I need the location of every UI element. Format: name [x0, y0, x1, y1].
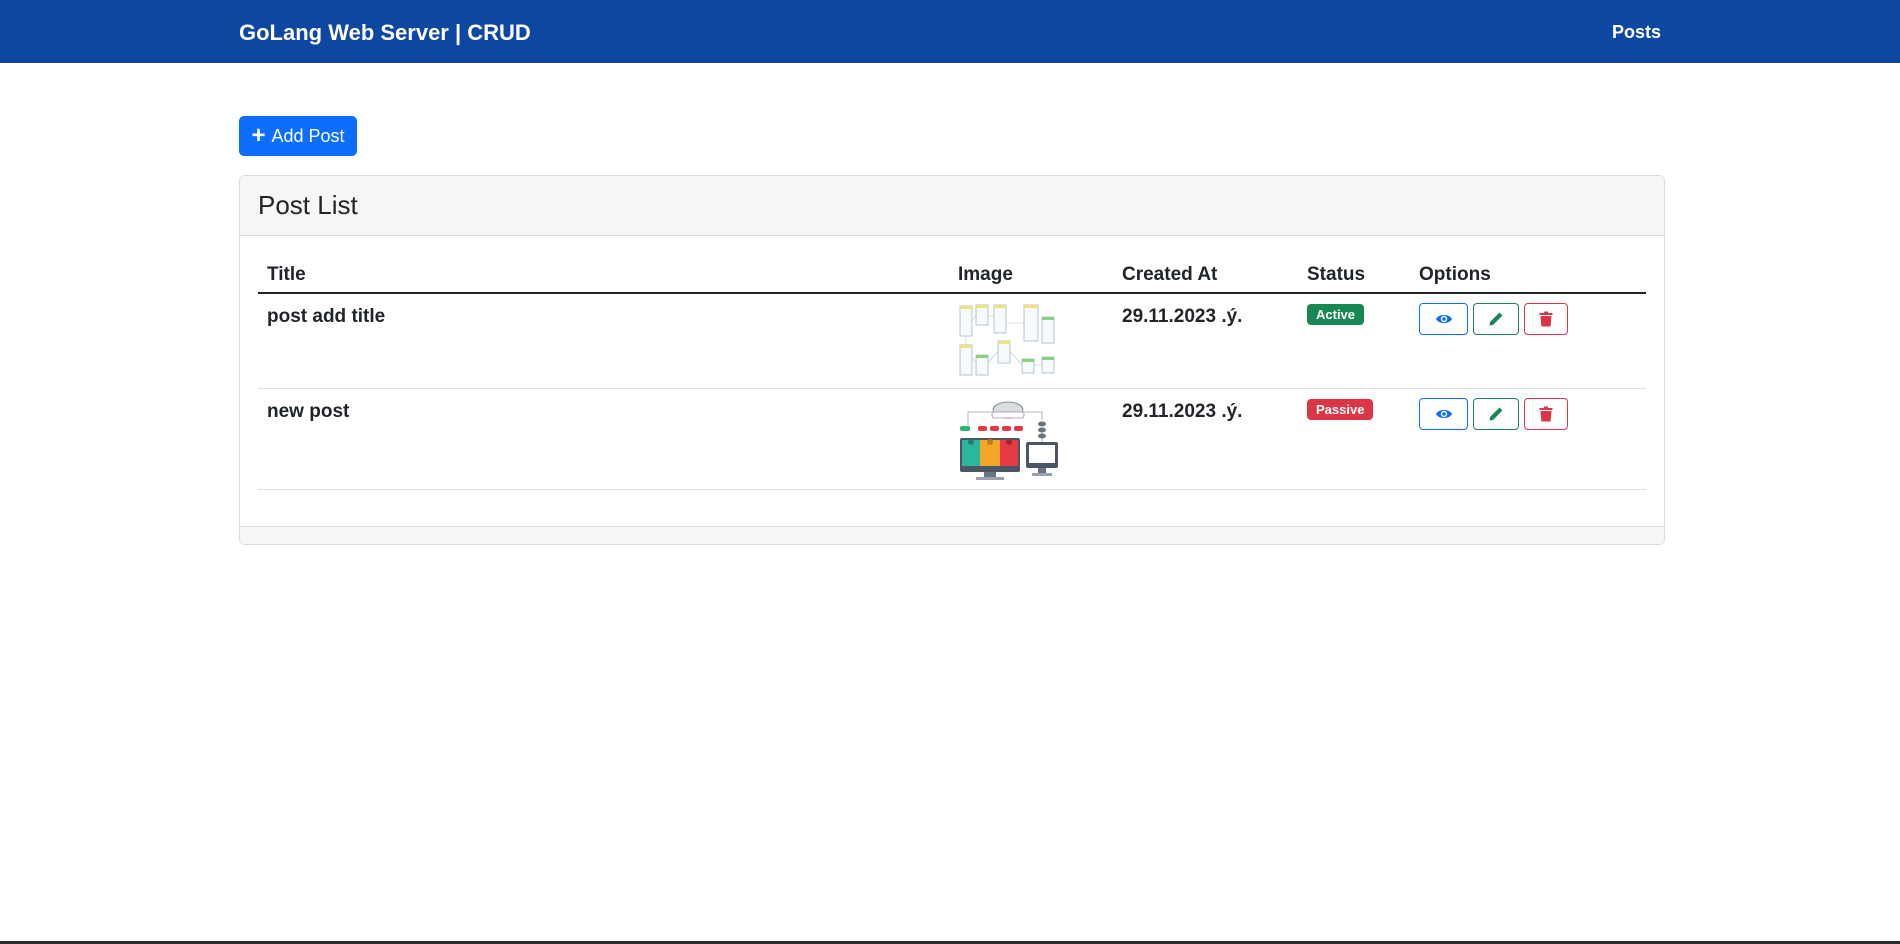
- header-status: Status: [1307, 264, 1366, 285]
- delete-button[interactable]: [1524, 303, 1568, 335]
- add-post-label: Add Post: [271, 125, 345, 146]
- header-options: Options: [1419, 264, 1491, 285]
- status-badge: Passive: [1307, 399, 1374, 420]
- post-list-card: Post List Title Image Created At Status …: [239, 175, 1665, 545]
- plus-icon: +: [251, 122, 266, 149]
- row-options: [1419, 398, 1568, 430]
- header-title: Title: [267, 264, 306, 285]
- post-image: [958, 398, 1060, 490]
- view-button[interactable]: [1419, 303, 1468, 335]
- eye-icon: [1435, 314, 1452, 324]
- table-row: post add title 29.11.2023 .ý. Active: [258, 294, 1646, 389]
- trash-icon: [1539, 311, 1553, 327]
- view-button[interactable]: [1419, 398, 1468, 430]
- pencil-icon: [1489, 407, 1503, 421]
- eye-icon: [1435, 409, 1452, 419]
- table-header: Title Image Created At Status Options: [258, 259, 1646, 294]
- header-created-at: Created At: [1122, 264, 1218, 285]
- delete-button[interactable]: [1524, 398, 1568, 430]
- post-created-at: 29.11.2023 .ý.: [1122, 306, 1243, 327]
- header-image: Image: [958, 264, 1013, 285]
- post-created-at: 29.11.2023 .ý.: [1122, 401, 1243, 422]
- nav-link-posts[interactable]: Posts: [1612, 22, 1661, 43]
- card-footer: [240, 526, 1664, 544]
- post-title: new post: [267, 401, 350, 422]
- network-illustration-image: [958, 398, 1060, 484]
- row-options: [1419, 303, 1568, 335]
- table-row: new post 29.11.2023 .ý. Passive: [258, 389, 1646, 490]
- post-image: [958, 303, 1060, 385]
- posts-table: Title Image Created At Status Options po…: [258, 259, 1646, 490]
- edit-button[interactable]: [1473, 303, 1519, 335]
- card-title: Post List: [240, 176, 1664, 236]
- status-cell: Active: [1307, 303, 1365, 325]
- pencil-icon: [1489, 312, 1503, 326]
- status-cell: Passive: [1307, 398, 1374, 420]
- brand-link[interactable]: GoLang Web Server | CRUD: [239, 20, 531, 46]
- add-post-button[interactable]: + Add Post: [239, 116, 357, 156]
- edit-button[interactable]: [1473, 398, 1519, 430]
- top-navbar: GoLang Web Server | CRUD Posts: [0, 0, 1900, 63]
- post-title: post add title: [267, 306, 386, 327]
- diagram-thumbnail-image: [958, 303, 1060, 379]
- trash-icon: [1539, 406, 1553, 422]
- status-badge: Active: [1307, 304, 1365, 325]
